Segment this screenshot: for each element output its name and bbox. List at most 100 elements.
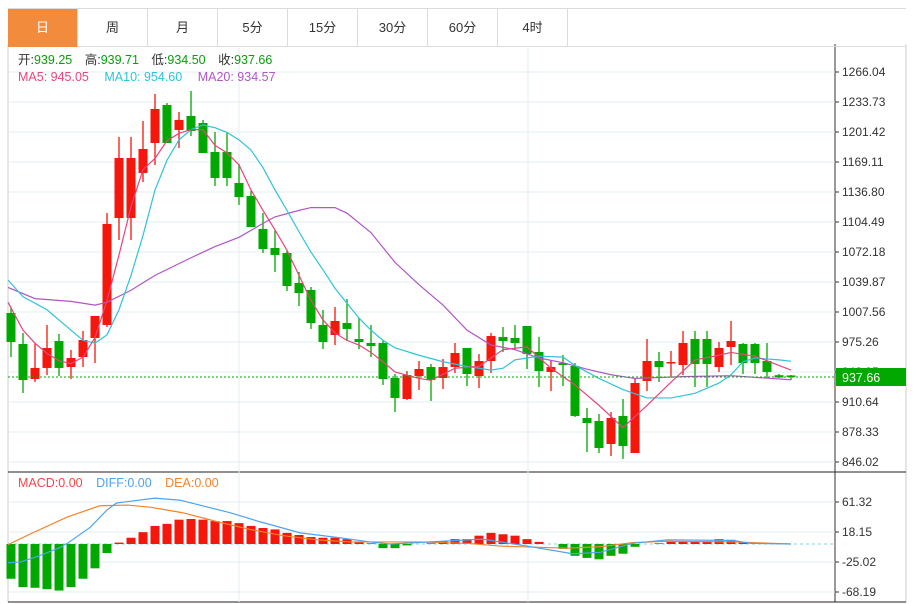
- macd-tick-label: 18.15: [842, 525, 872, 539]
- macd-bar: [534, 541, 544, 544]
- tab-3[interactable]: 5分: [218, 9, 288, 47]
- candle: [30, 342, 40, 382]
- price-tick-label: 1039.87: [842, 275, 886, 289]
- macd-bar: [78, 544, 88, 579]
- candle: [726, 320, 736, 365]
- macd-bar: [510, 535, 520, 544]
- candle: [138, 120, 148, 182]
- macd-bar: [66, 544, 76, 588]
- candle: [666, 350, 676, 377]
- candle-body: [234, 182, 244, 198]
- macd-bar: [390, 544, 400, 549]
- tab-4[interactable]: 15分: [288, 9, 358, 47]
- candle: [90, 315, 100, 364]
- tab-0[interactable]: 日: [8, 9, 78, 47]
- macd-bar: [630, 544, 640, 547]
- ma20-line: [7, 207, 792, 381]
- candle: [738, 342, 748, 374]
- candle-body: [54, 341, 64, 368]
- price-tick-label: 878.33: [842, 425, 879, 439]
- candle: [162, 102, 172, 143]
- macd-bar: [402, 544, 412, 546]
- price-tick-label: 975.26: [842, 335, 879, 349]
- high-value: 939.71: [100, 53, 139, 67]
- candle-body: [246, 195, 256, 228]
- macd-bar: [258, 528, 268, 544]
- macd-bar: [126, 537, 136, 544]
- low-value: 934.50: [167, 53, 206, 67]
- candle-body: [570, 366, 580, 416]
- tab-5[interactable]: 30分: [358, 9, 428, 47]
- candle-body: [594, 420, 604, 448]
- macd-bar: [522, 539, 532, 544]
- candle-body: [678, 342, 688, 365]
- candle-body: [486, 336, 496, 361]
- macd-info: MACD:0.00 DIFF:0.00 DEA:0.00: [18, 476, 229, 490]
- macd-bar: [186, 518, 196, 544]
- candle-body: [750, 344, 760, 364]
- candle-body: [342, 323, 352, 329]
- tab-7[interactable]: 4时: [498, 9, 568, 47]
- candle-body: [402, 375, 412, 399]
- macd-bar: [378, 544, 388, 549]
- candle-body: [294, 282, 304, 294]
- close-label: 收:: [218, 53, 235, 67]
- candlesticks: [6, 90, 796, 459]
- macd-bar: [54, 544, 64, 591]
- diff-value: DIFF:0.00: [96, 476, 152, 490]
- ma20-value: MA20: 934.57: [197, 70, 276, 84]
- candle: [774, 373, 784, 378]
- ma5-value: MA5: 945.05: [18, 70, 89, 84]
- macd-bar: [282, 532, 292, 544]
- macd-bar: [102, 544, 112, 554]
- candle: [570, 363, 580, 417]
- candle-body: [18, 344, 28, 381]
- macd-bar: [90, 544, 100, 569]
- candle-body: [6, 312, 16, 342]
- macd-bar: [486, 532, 496, 544]
- price-tick-label: 1233.73: [842, 95, 886, 109]
- candle-body: [582, 418, 592, 424]
- candle: [126, 136, 136, 241]
- candle: [594, 414, 604, 454]
- chart-canvas[interactable]: 1266.04 1233.73 1201.42 1169.11 1136.80 1104.…: [0, 0, 913, 604]
- price-tick-label: 1169.11: [842, 155, 884, 169]
- candle-body: [414, 368, 424, 377]
- tab-1[interactable]: 周: [78, 9, 148, 47]
- ma10-line: [7, 124, 792, 399]
- candle: [606, 411, 616, 456]
- candle-body: [78, 340, 88, 358]
- dea-line: [7, 504, 792, 549]
- candle-body: [258, 228, 268, 250]
- tab-6[interactable]: 60分: [428, 9, 498, 47]
- macd-bar: [690, 541, 700, 544]
- macd-bar: [366, 543, 376, 544]
- diff-line: [7, 497, 792, 564]
- low-label: 低:: [151, 53, 168, 67]
- macd-bar: [30, 544, 40, 588]
- candle: [702, 331, 712, 387]
- candle: [486, 332, 496, 373]
- candle-body: [30, 367, 40, 380]
- candle-body: [174, 119, 184, 130]
- macd-tick-label: -68.19: [842, 585, 876, 599]
- candle-body: [666, 362, 676, 364]
- tab-2[interactable]: 月: [148, 9, 218, 47]
- dea-value: DEA:0.00: [165, 476, 219, 490]
- macd-bar: [150, 525, 160, 544]
- open-value: 939.25: [33, 53, 73, 67]
- macd-bar: [210, 521, 220, 544]
- macd-bar: [654, 543, 664, 544]
- candle-body: [510, 337, 520, 343]
- candle-body: [354, 338, 364, 342]
- price-tick-label: 1072.18: [842, 245, 886, 259]
- candle: [114, 136, 124, 241]
- macd-bar: [582, 544, 592, 558]
- high-label: 高:: [84, 53, 101, 67]
- macd-tick-label: 61.32: [842, 495, 872, 509]
- macd-bar: [138, 532, 148, 544]
- candle-body: [162, 104, 172, 143]
- candle: [414, 360, 424, 390]
- ma10-value: MA10: 954.60: [104, 70, 183, 84]
- candle: [546, 359, 556, 391]
